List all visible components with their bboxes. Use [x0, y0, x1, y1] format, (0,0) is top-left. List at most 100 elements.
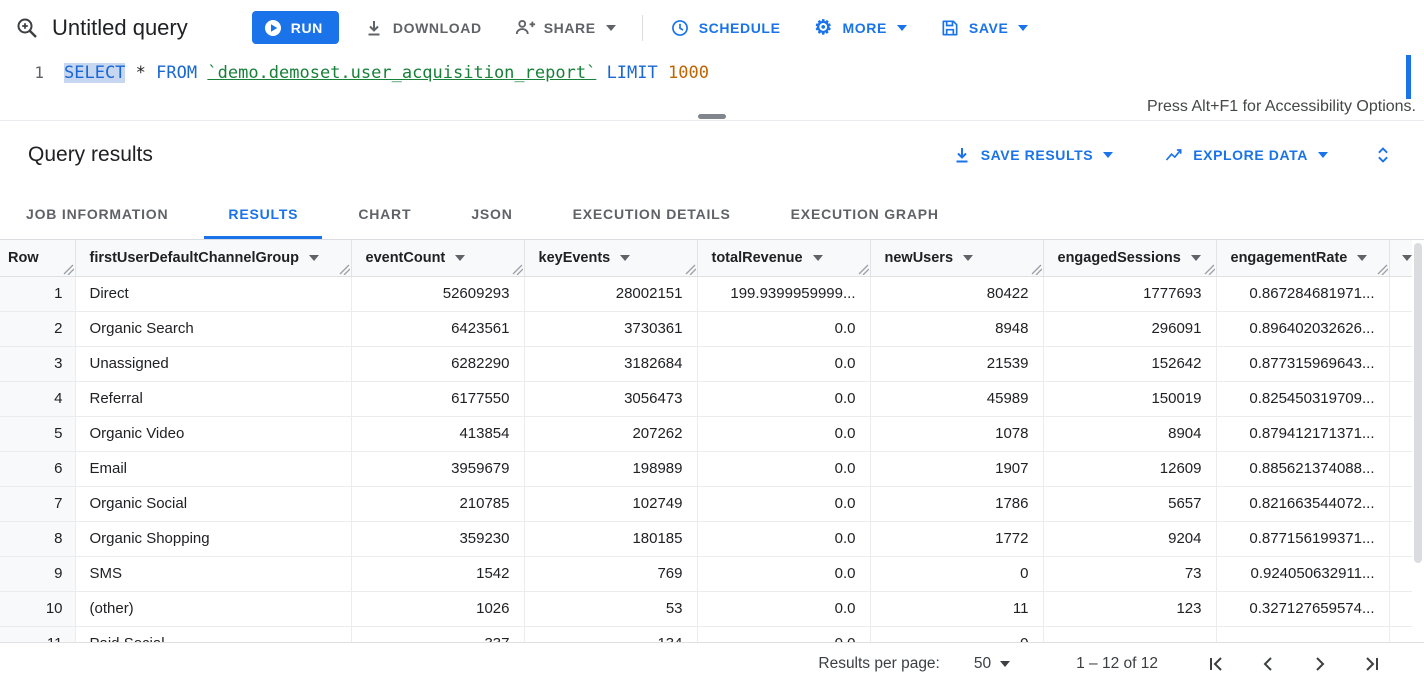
next-page-button[interactable]	[1308, 652, 1332, 676]
cell-firstUserDefaultChannelGroup: SMS	[75, 556, 351, 591]
cell-keyEvents: 102749	[524, 486, 697, 521]
results-table: RowfirstUserDefaultChannelGroup eventCoun…	[0, 240, 1412, 642]
column-header-eventCount[interactable]: eventCount	[351, 240, 524, 276]
sql-editor[interactable]: 1 SELECT * FROM `demo.demoset.user_acqui…	[0, 55, 1424, 121]
table-row[interactable]: 9SMS15427690.00730.924050632911...	[0, 556, 1412, 591]
tab-job-information[interactable]: JOB INFORMATION	[2, 188, 192, 239]
column-header-keyEvents[interactable]: keyEvents	[524, 240, 697, 276]
cell-engagementRate: 0.327127659574...	[1216, 591, 1389, 626]
column-header-engagedSessions[interactable]: engagedSessions	[1043, 240, 1216, 276]
unfold-more-icon	[1372, 144, 1394, 166]
cell-clipped	[1389, 451, 1412, 486]
column-label: engagementRate	[1231, 250, 1348, 266]
save-results-button[interactable]: SAVE RESULTS	[945, 143, 1119, 167]
cell-engagedSessions: 1777693	[1043, 276, 1216, 311]
column-header-engagementRate[interactable]: engagementRate	[1216, 240, 1389, 276]
sql-table-ref[interactable]: `demo.demoset.user_acquisition_report`	[207, 63, 596, 83]
save-button[interactable]: SAVE	[931, 10, 1037, 46]
cell-eventCount: 6423561	[351, 311, 524, 346]
column-resize-handle[interactable]	[1204, 263, 1215, 274]
sort-caret-icon	[813, 255, 823, 261]
tab-execution-details[interactable]: EXECUTION DETAILS	[549, 188, 755, 239]
column-header-clipped[interactable]	[1389, 240, 1412, 276]
cell-clipped	[1389, 381, 1412, 416]
row-number: 4	[0, 381, 75, 416]
previous-page-button[interactable]	[1256, 652, 1280, 676]
table-scrollbar[interactable]	[1412, 240, 1424, 642]
page-size-select[interactable]: 50	[974, 655, 1010, 673]
cell-engagementRate: 0.877156199371...	[1216, 521, 1389, 556]
share-button[interactable]: SHARE	[506, 10, 624, 46]
table-row[interactable]: 2Organic Search642356137303610.089482960…	[0, 311, 1412, 346]
more-button[interactable]: ⚙ MORE	[805, 10, 915, 46]
cell-engagementRate: 0.825450319709...	[1216, 381, 1389, 416]
column-header-totalRevenue[interactable]: totalRevenue	[697, 240, 870, 276]
cell-eventCount: 337	[351, 626, 524, 642]
column-header-firstUserDefaultChannelGroup[interactable]: firstUserDefaultChannelGroup	[75, 240, 351, 276]
save-label: SAVE	[969, 20, 1009, 36]
cell-clipped	[1389, 626, 1412, 642]
expand-results-button[interactable]	[1372, 144, 1394, 166]
cell-keyEvents: 3730361	[524, 311, 697, 346]
last-page-button[interactable]	[1360, 652, 1384, 676]
cell-newUsers: 0	[870, 626, 1043, 642]
column-resize-handle[interactable]	[685, 263, 696, 274]
column-resize-handle[interactable]	[339, 263, 350, 274]
play-circle-icon	[262, 17, 284, 39]
cell-engagementRate: 0.896402032626...	[1216, 311, 1389, 346]
column-resize-handle[interactable]	[858, 263, 869, 274]
editor-scrollbar[interactable]	[1406, 55, 1411, 99]
download-button[interactable]: DOWNLOAD	[355, 10, 490, 46]
sql-code-line[interactable]: 1 SELECT * FROM `demo.demoset.user_acqui…	[0, 55, 1424, 85]
column-resize-handle[interactable]	[512, 263, 523, 274]
cell-engagedSessions: 123	[1043, 591, 1216, 626]
tab-execution-graph[interactable]: EXECUTION GRAPH	[767, 188, 963, 239]
row-number: 2	[0, 311, 75, 346]
cell-eventCount: 359230	[351, 521, 524, 556]
sort-caret-icon	[963, 255, 973, 261]
chart-icon	[1163, 144, 1185, 166]
cell-engagedSessions: 5657	[1043, 486, 1216, 521]
table-row[interactable]: 7Organic Social2107851027490.0178656570.…	[0, 486, 1412, 521]
cell-newUsers: 45989	[870, 381, 1043, 416]
sql-statement: SELECT * FROM `demo.demoset.user_acquisi…	[64, 61, 709, 85]
table-row-partial[interactable]: 11Paid Social3371340.00	[0, 626, 1412, 642]
table-row[interactable]: 1Direct5260929328002151199.9399959999...…	[0, 276, 1412, 311]
schedule-button[interactable]: SCHEDULE	[661, 10, 789, 46]
scrollbar-thumb[interactable]	[1414, 243, 1422, 563]
cell-keyEvents: 3056473	[524, 381, 697, 416]
first-page-button[interactable]	[1204, 652, 1228, 676]
table-row[interactable]: 5Organic Video4138542072620.0107889040.8…	[0, 416, 1412, 451]
download-icon	[363, 17, 385, 39]
column-resize-handle[interactable]	[1377, 263, 1388, 274]
sql-keyword-limit: LIMIT	[607, 63, 658, 83]
table-row[interactable]: 4Referral617755030564730.0459891500190.8…	[0, 381, 1412, 416]
row-number: 5	[0, 416, 75, 451]
sort-caret-icon	[620, 255, 630, 261]
table-row[interactable]: 6Email39596791989890.01907126090.8856213…	[0, 451, 1412, 486]
sql-limit-value: 1000	[668, 63, 709, 83]
column-header-newUsers[interactable]: newUsers	[870, 240, 1043, 276]
cell-keyEvents: 180185	[524, 521, 697, 556]
cell-keyEvents: 769	[524, 556, 697, 591]
save-results-label: SAVE RESULTS	[981, 147, 1093, 163]
panel-drag-handle[interactable]	[698, 114, 726, 119]
column-label: eventCount	[366, 250, 446, 266]
table-row[interactable]: 10(other)1026530.0111230.327127659574...	[0, 591, 1412, 626]
column-header-Row[interactable]: Row	[0, 240, 75, 276]
column-resize-handle[interactable]	[1031, 263, 1042, 274]
explore-data-button[interactable]: EXPLORE DATA	[1157, 143, 1334, 167]
column-resize-handle[interactable]	[63, 263, 74, 274]
cell-firstUserDefaultChannelGroup: Organic Shopping	[75, 521, 351, 556]
run-button[interactable]: RUN	[252, 11, 339, 44]
tab-results[interactable]: RESULTS	[204, 188, 322, 239]
cell-engagedSessions: 9204	[1043, 521, 1216, 556]
table-row[interactable]: 8Organic Shopping3592301801850.017729204…	[0, 521, 1412, 556]
cell-engagementRate	[1216, 626, 1389, 642]
cell-newUsers: 1772	[870, 521, 1043, 556]
results-actions: SAVE RESULTS EXPLORE DATA	[945, 143, 1394, 167]
cell-newUsers: 1078	[870, 416, 1043, 451]
table-row[interactable]: 3Unassigned628229031826840.0215391526420…	[0, 346, 1412, 381]
tab-chart[interactable]: CHART	[334, 188, 435, 239]
tab-json[interactable]: JSON	[447, 188, 536, 239]
